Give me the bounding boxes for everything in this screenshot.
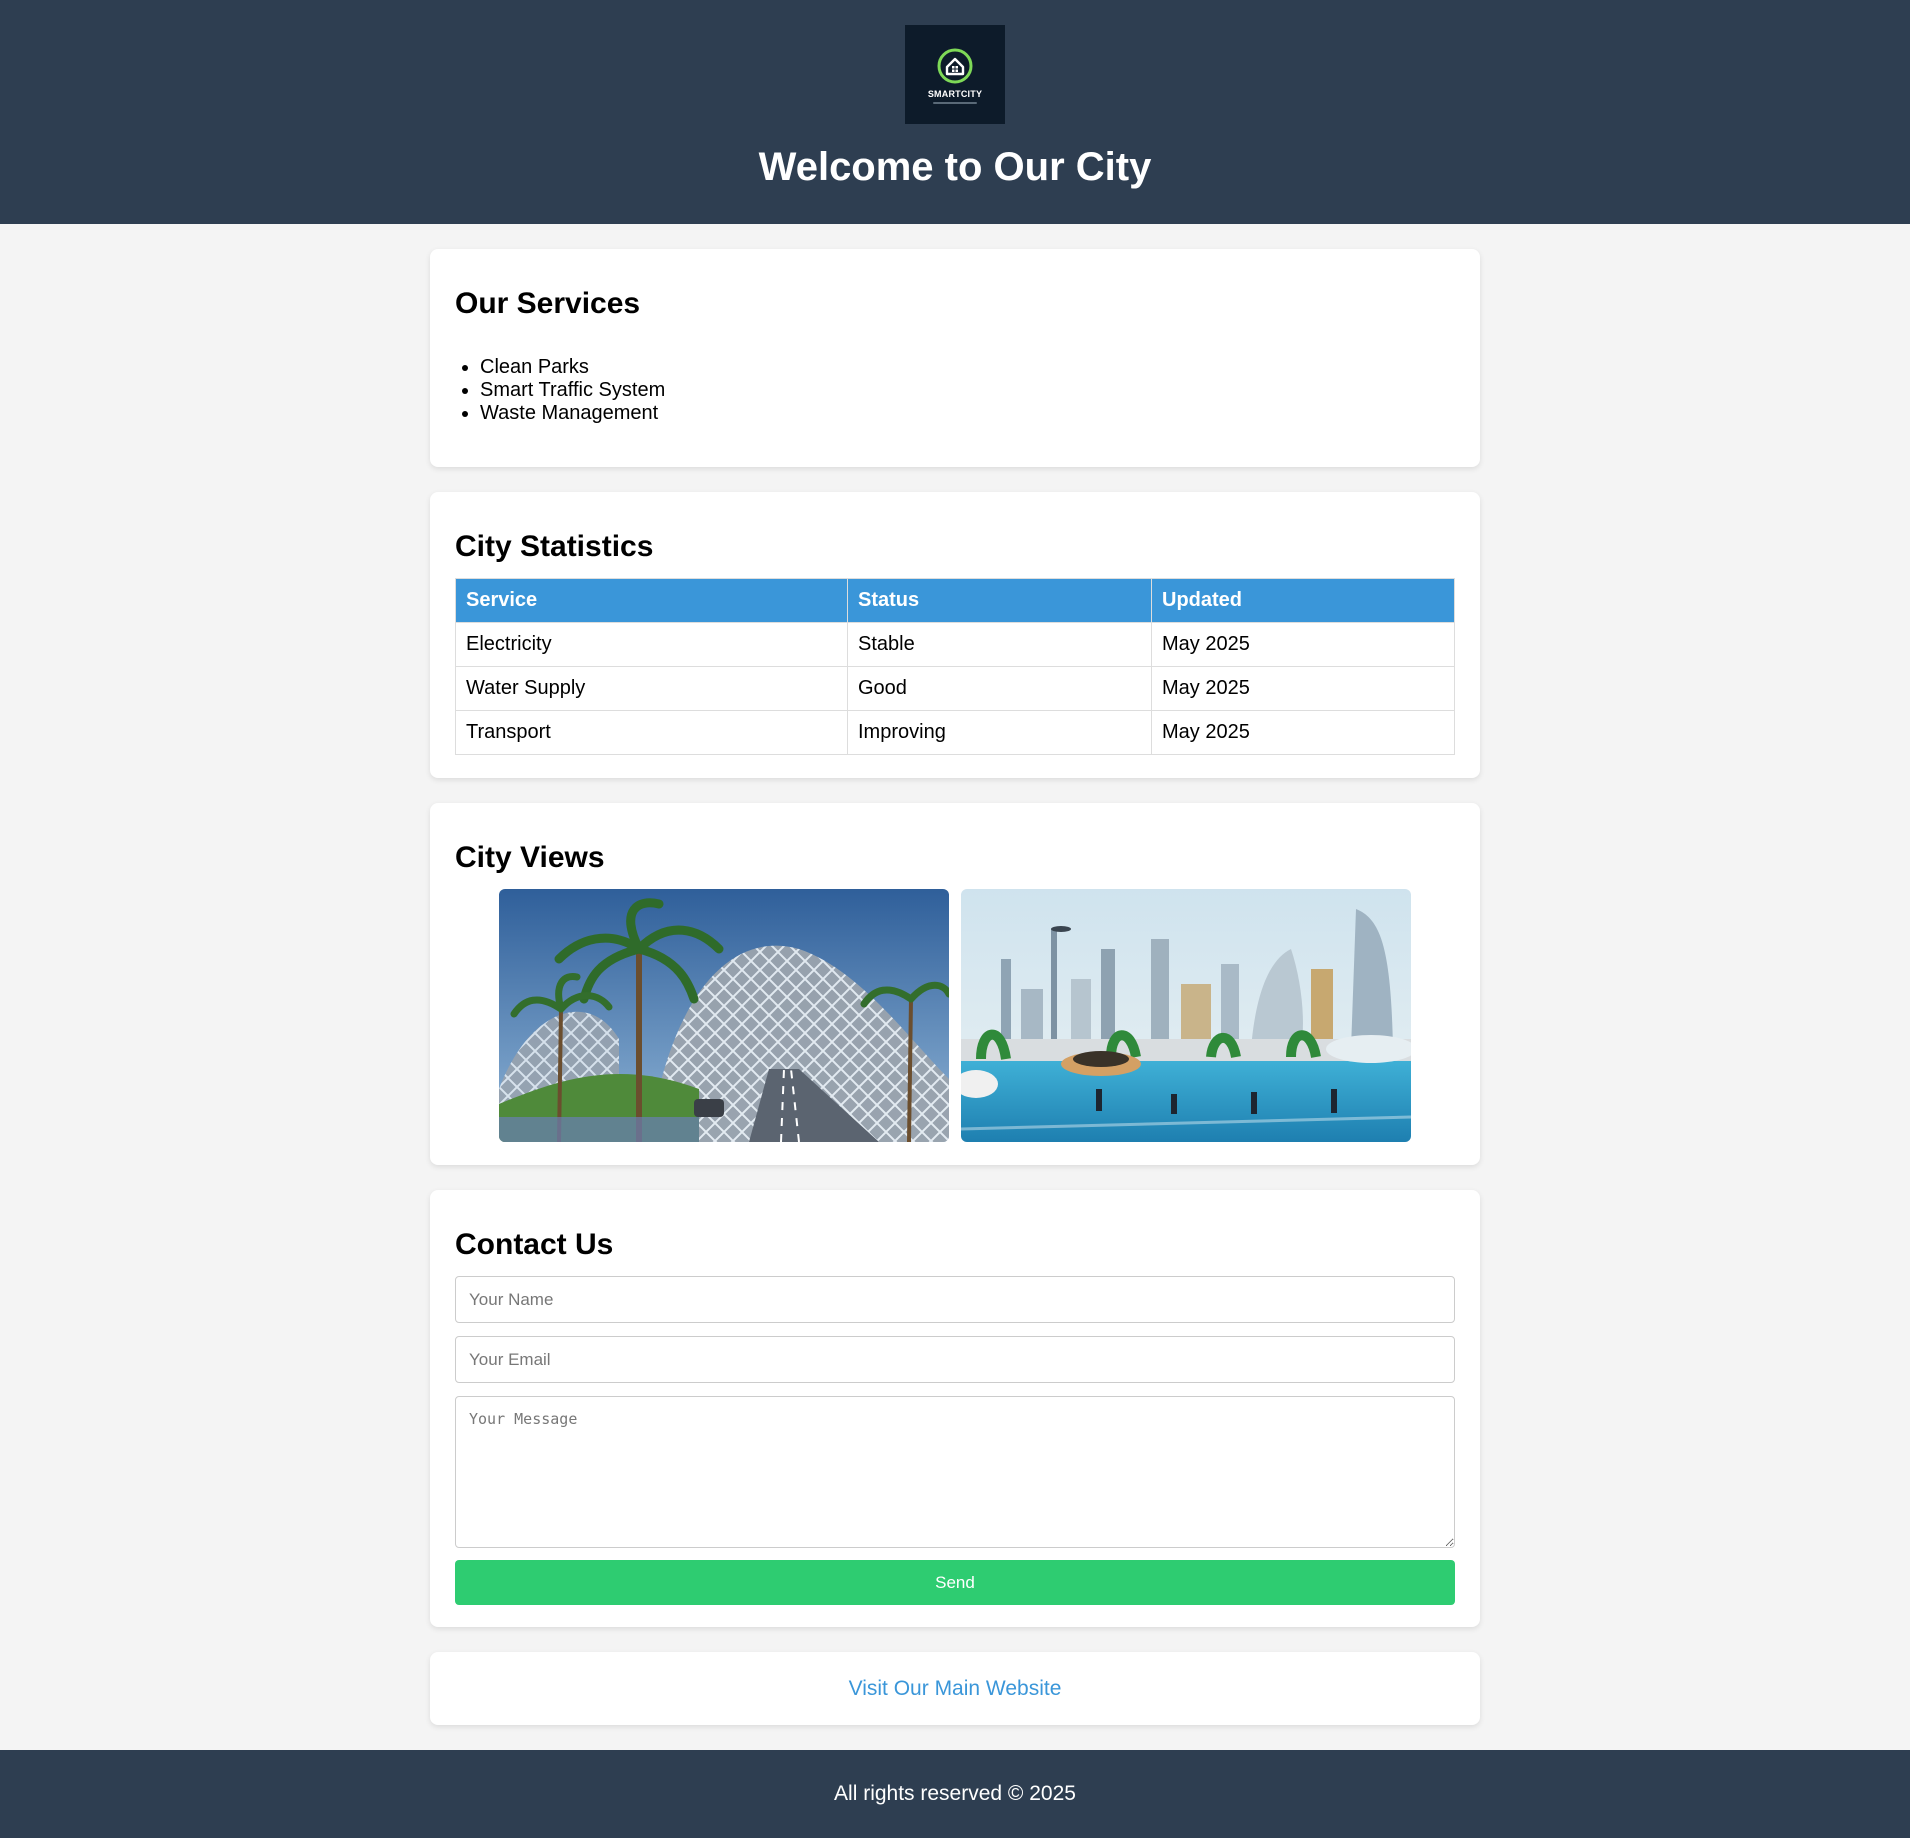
contact-heading: Contact Us xyxy=(455,1228,614,1261)
main-website-link[interactable]: Visit Our Main Website xyxy=(849,1677,1062,1701)
table-cell: Improving xyxy=(847,710,1152,755)
table-cell: Water Supply xyxy=(455,666,848,711)
logo-text: SMARTCITY xyxy=(927,88,983,99)
statistics-table: Service Status Updated Electricity Stabl… xyxy=(455,578,1455,755)
table-row: Electricity Stable May 2025 xyxy=(455,622,1455,667)
name-input[interactable] xyxy=(455,1276,1455,1323)
statistics-heading: City Statistics xyxy=(455,530,654,563)
contact-card: Contact Us Send xyxy=(430,1190,1480,1627)
statistics-card: City Statistics Service Status Updated E… xyxy=(430,492,1480,778)
main-website-card: Visit Our Main Website xyxy=(430,1652,1480,1725)
image-gallery xyxy=(455,889,1455,1142)
table-cell: May 2025 xyxy=(1151,666,1455,711)
table-row: Transport Improving May 2025 xyxy=(455,710,1455,755)
futuristic-city-image xyxy=(961,889,1411,1142)
list-item: Smart Traffic System xyxy=(480,379,1455,402)
table-cell: May 2025 xyxy=(1151,622,1455,667)
services-list: Clean Parks Smart Traffic System Waste M… xyxy=(455,356,1455,425)
list-item: Clean Parks xyxy=(480,356,1455,379)
table-row: Water Supply Good May 2025 xyxy=(455,666,1455,711)
site-header: SMARTCITY Welcome to Our City xyxy=(0,0,1910,224)
column-header: Updated xyxy=(1151,578,1455,623)
site-footer: All rights reserved © 2025 xyxy=(0,1750,1910,1838)
city-views-heading: City Views xyxy=(455,841,605,874)
city-views-card: City Views xyxy=(430,803,1480,1165)
table-cell: Electricity xyxy=(455,622,848,667)
table-cell: Stable xyxy=(847,622,1152,667)
email-input[interactable] xyxy=(455,1336,1455,1383)
send-button[interactable]: Send xyxy=(455,1560,1455,1605)
services-card: Our Services Clean Parks Smart Traffic S… xyxy=(430,249,1480,467)
table-cell: May 2025 xyxy=(1151,710,1455,755)
page-title: Welcome to Our City xyxy=(758,145,1152,189)
column-header: Service xyxy=(455,578,848,623)
main-content: Our Services Clean Parks Smart Traffic S… xyxy=(430,249,1480,1725)
smartcity-logo: SMARTCITY xyxy=(905,25,1005,124)
table-cell: Good xyxy=(847,666,1152,711)
table-cell: Transport xyxy=(455,710,848,755)
footer-text: All rights reserved © 2025 xyxy=(834,1782,1076,1805)
services-heading: Our Services xyxy=(455,287,641,320)
message-textarea[interactable] xyxy=(455,1396,1455,1548)
table-header-row: Service Status Updated xyxy=(455,578,1455,623)
column-header: Status xyxy=(847,578,1152,623)
home-icon xyxy=(937,48,973,83)
logo-tagline-line xyxy=(933,101,977,104)
list-item: Waste Management xyxy=(480,402,1455,425)
city-park-image xyxy=(499,889,949,1142)
